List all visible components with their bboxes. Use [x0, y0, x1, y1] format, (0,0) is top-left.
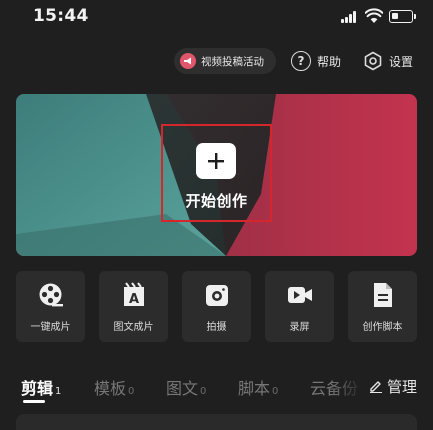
active-tab-indicator [23, 400, 45, 403]
status-bar: 15:44 [0, 0, 433, 34]
manage-label: 管理 [387, 377, 418, 396]
start-creation-button[interactable] [196, 143, 236, 179]
settings-label: 设置 [389, 54, 414, 69]
screen-record-label: 录屏 [289, 322, 310, 333]
tab-edit[interactable]: 剪辑 1 [21, 375, 61, 399]
megaphone-icon [180, 53, 196, 69]
screen-record-button[interactable]: 录屏 [265, 271, 334, 342]
shoot-label: 拍摄 [206, 322, 227, 333]
manage-button[interactable]: 管理 [365, 375, 418, 397]
gear-icon [364, 51, 382, 71]
tab-scripts[interactable]: 脚本 0 [238, 375, 278, 399]
text-to-video-button[interactable]: A 图文成片 [99, 271, 168, 342]
text-image-icon: A [121, 282, 147, 308]
tabs-fade [330, 370, 366, 404]
project-tabs: 剪辑1 模板0 图文0 脚本0 云备份 管理 [0, 370, 433, 404]
activity-button[interactable]: 视频投稿活动 [174, 48, 276, 74]
tab-count: 0 [272, 386, 279, 397]
tab-label: 剪辑 [21, 379, 54, 398]
tab-count: 1 [55, 386, 62, 397]
text-to-video-label: 图文成片 [113, 322, 154, 333]
one-click-video-label: 一键成片 [30, 322, 71, 333]
creation-script-label: 创作脚本 [362, 322, 403, 333]
tab-label: 模板 [94, 379, 127, 398]
start-creation-label: 开始创作 [185, 192, 248, 210]
settings-button[interactable]: 设置 [363, 48, 413, 74]
shoot-button[interactable]: 拍摄 [182, 271, 251, 342]
tab-templates[interactable]: 模板 0 [94, 375, 134, 399]
tab-image-text[interactable]: 图文 0 [166, 375, 206, 399]
help-button[interactable]: ? 帮助 [291, 48, 341, 74]
help-label: 帮助 [317, 54, 342, 69]
svg-text:A: A [128, 292, 138, 307]
battery-icon [389, 10, 416, 23]
tab-label: 图文 [166, 379, 199, 398]
tab-count: 0 [200, 386, 207, 397]
creation-script-button[interactable]: 创作脚本 [348, 271, 417, 342]
camera-icon [204, 282, 230, 308]
help-icon: ? [291, 51, 311, 71]
edit-icon [370, 381, 382, 393]
activity-label: 视频投稿活动 [201, 55, 264, 68]
tab-label: 脚本 [238, 379, 271, 398]
project-card[interactable] [16, 414, 417, 430]
wifi-icon [365, 8, 383, 23]
film-reel-icon [38, 282, 64, 308]
screen-record-icon [287, 282, 313, 308]
plus-icon [208, 153, 224, 169]
signal-icon [341, 11, 361, 23]
script-icon [370, 282, 396, 308]
status-time: 15:44 [33, 6, 89, 26]
one-click-video-button[interactable]: 一键成片 [16, 271, 85, 342]
tab-count: 0 [128, 386, 135, 397]
